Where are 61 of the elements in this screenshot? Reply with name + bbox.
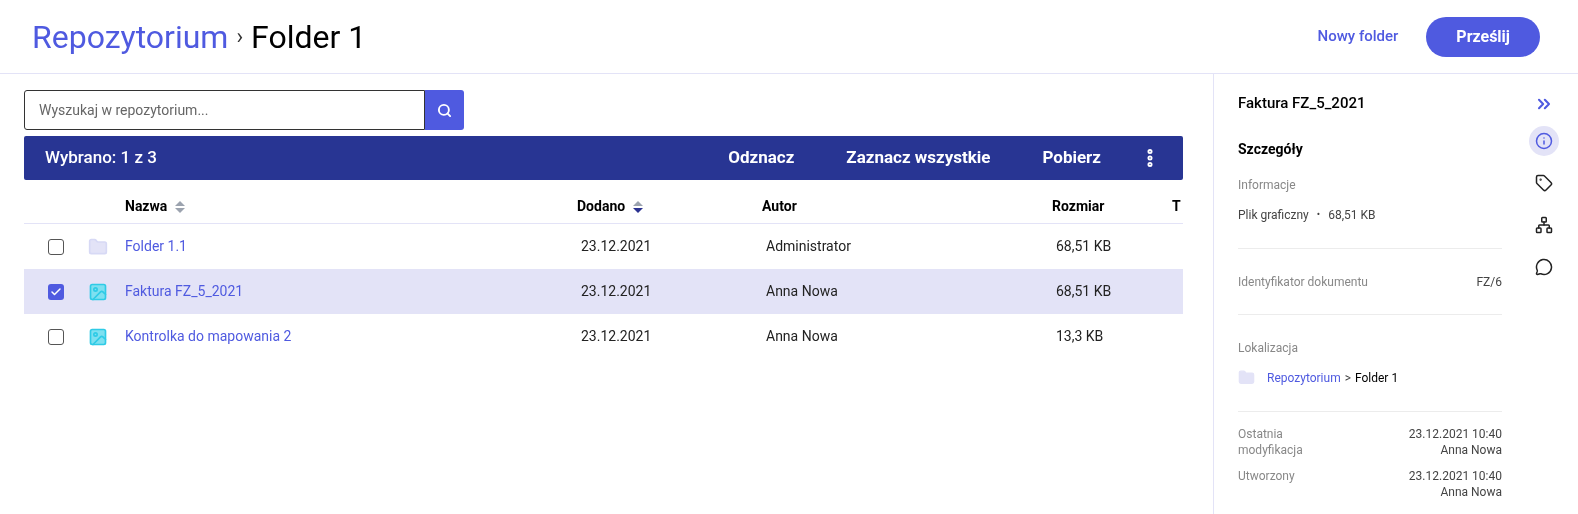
row-checkbox[interactable]	[48, 328, 64, 345]
info-icon	[1535, 132, 1553, 150]
table-cell-text: Anna Nowa	[765, 327, 839, 346]
search-button[interactable]	[425, 90, 464, 130]
file-name-link[interactable]: Faktura FZ_5_2021	[125, 281, 577, 302]
folder-icon	[1238, 369, 1255, 386]
table-cell-text: 13,3 KB	[1055, 327, 1105, 346]
user-name: Anna Nowa	[1440, 483, 1502, 500]
table-cell-text: Anna Nowa	[765, 282, 839, 301]
row-checkbox[interactable]	[48, 283, 64, 300]
location-link[interactable]: Repozytorium	[1267, 368, 1341, 387]
location-label: Lokalizacja	[1238, 339, 1299, 357]
search-field[interactable]: Wyszukaj w repozytorium...	[24, 90, 425, 130]
check-icon	[50, 285, 62, 298]
hierarchy-icon	[1535, 216, 1553, 234]
file-size: 68,51 KB	[1328, 206, 1376, 224]
selection-action[interactable]: Zaznacz wszystkie	[846, 145, 991, 171]
table-cell-text: 68,51 KB	[1055, 282, 1113, 301]
table-cell-text: 68,51 KB	[1055, 237, 1113, 256]
location-separator: >	[1344, 369, 1351, 387]
breadcrumb-separator: ›	[236, 23, 243, 51]
tag-icon	[1535, 174, 1553, 192]
info-label: Informacje	[1238, 176, 1297, 194]
id-label: Identyfikator dokumentu	[1238, 273, 1368, 291]
column-header[interactable]: Autor	[762, 196, 797, 217]
date-value: 23.12.2021 10:40	[1408, 467, 1502, 484]
breadcrumb-link[interactable]: Repozytorium	[32, 12, 229, 61]
new-folder-button[interactable]: Nowy folder	[1317, 25, 1399, 48]
upload-button[interactable]: Prześlij	[1426, 16, 1540, 57]
table-row[interactable]: Faktura FZ_5_2021 23.12.2021 Anna Nowa 68,51 KB	[24, 269, 1183, 314]
selection-action[interactable]: Odznacz	[728, 145, 795, 171]
image-icon	[88, 281, 108, 302]
table-cell-text: 23.12.2021	[580, 237, 653, 256]
date-label: Ostatnia modyfikacja	[1238, 425, 1304, 458]
column-header[interactable]: Nazwa	[125, 196, 168, 217]
file-name-link[interactable]: Kontrolka do mapowania 2	[125, 326, 577, 347]
file-type: Plik graficzny	[1238, 206, 1309, 224]
image-icon	[88, 326, 108, 347]
page-title: Folder 1	[251, 16, 367, 58]
row-checkbox[interactable]	[48, 238, 64, 255]
column-header[interactable]: T	[1172, 196, 1181, 217]
details-title: Faktura FZ_5_2021	[1238, 93, 1367, 114]
bullet: •	[1316, 208, 1321, 222]
column-header[interactable]: Rozmiar	[1052, 196, 1105, 217]
sort-icon[interactable]	[633, 200, 644, 213]
selection-action[interactable]: Pobierz	[1042, 145, 1101, 171]
file-name-link[interactable]: Folder 1.1	[125, 236, 577, 257]
table-cell-text: 23.12.2021	[580, 327, 653, 346]
search-icon	[437, 102, 452, 118]
table-cell-text: 23.12.2021	[580, 282, 653, 301]
user-name: Anna Nowa	[1440, 441, 1502, 458]
folder-icon	[88, 236, 108, 257]
date-value: 23.12.2021 10:40	[1408, 425, 1502, 442]
date-label: Utworzony	[1238, 467, 1296, 485]
selection-count: Wybrano: 1 z 3	[45, 146, 158, 170]
section-title: Szczegóły	[1238, 139, 1304, 159]
table-cell-text: Administrator	[765, 237, 852, 256]
column-header[interactable]: Dodano	[577, 196, 626, 217]
comment-icon	[1535, 258, 1553, 276]
location-current: Folder 1	[1354, 369, 1399, 387]
id-value: FZ/6	[1476, 273, 1502, 291]
